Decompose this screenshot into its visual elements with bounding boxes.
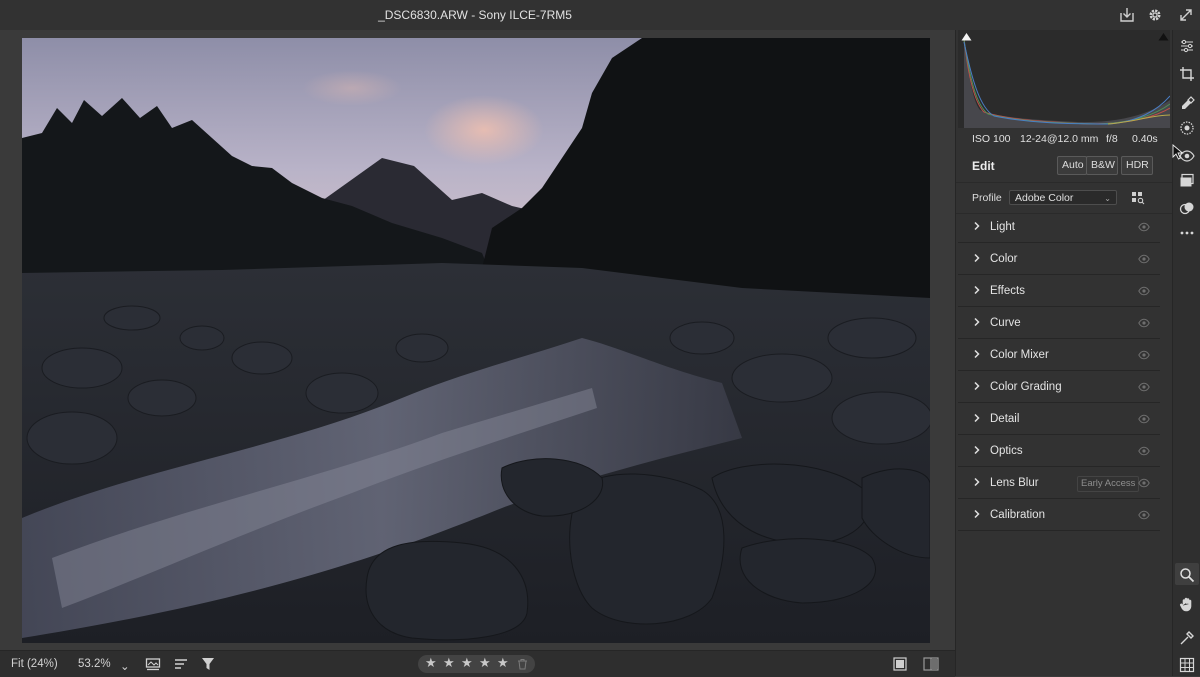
more-icon[interactable]: [1179, 225, 1195, 241]
section-color-mixer[interactable]: Color Mixer: [958, 340, 1160, 371]
mouse-cursor: [1172, 144, 1184, 160]
snapshots-icon[interactable]: [1179, 200, 1195, 216]
zoom-icon[interactable]: [1179, 567, 1195, 583]
star-1[interactable]: ★: [425, 655, 437, 671]
section-label: Color Mixer: [990, 349, 1049, 361]
edit-sliders-icon[interactable]: [1179, 38, 1195, 54]
section-label: Curve: [990, 317, 1021, 329]
eye-icon[interactable]: [1138, 350, 1150, 360]
tool-strip: [1172, 30, 1200, 676]
chevron-right-icon[interactable]: [972, 285, 982, 295]
sort-icon[interactable]: [173, 656, 189, 672]
profile-row: Profile Adobe Color ⌄: [956, 182, 1172, 214]
chevron-right-icon[interactable]: [972, 445, 982, 455]
hdr-button[interactable]: HDR: [1121, 156, 1153, 175]
bw-button[interactable]: B&W: [1086, 156, 1118, 175]
zoom-level[interactable]: 53.2%: [78, 658, 111, 670]
star-4[interactable]: ★: [479, 655, 491, 671]
chevron-right-icon[interactable]: [972, 349, 982, 359]
grid-icon[interactable]: [1179, 657, 1195, 673]
chevron-right-icon[interactable]: [972, 253, 982, 263]
before-after-icon[interactable]: [893, 657, 907, 671]
section-label: Light: [990, 221, 1015, 233]
photo-preview[interactable]: [22, 38, 930, 643]
early-access-badge: Early Access: [1077, 476, 1140, 492]
section-curve[interactable]: Curve: [958, 308, 1160, 339]
section-effects[interactable]: Effects: [958, 276, 1160, 307]
trash-icon[interactable]: [517, 658, 528, 670]
profile-browser-icon[interactable]: [1131, 191, 1145, 205]
lens-value: 12-24@12.0 mm: [1020, 133, 1099, 145]
profile-caret: ⌄: [1104, 194, 1111, 203]
star-5[interactable]: ★: [497, 655, 509, 671]
star-3[interactable]: ★: [461, 655, 473, 671]
edit-panel: ISO 100 12-24@12.0 mm f/8 0.40s Edit Aut…: [955, 30, 1172, 676]
section-optics[interactable]: Optics: [958, 436, 1160, 467]
section-light[interactable]: Light: [958, 212, 1160, 243]
title-bar: _DSC6830.ARW - Sony ILCE-7RM5: [0, 0, 1200, 30]
bottom-toolbar: Fit (24%) 53.2% ⌄ ★ ★ ★ ★ ★: [0, 650, 955, 677]
chevron-right-icon[interactable]: [972, 413, 982, 423]
masking-icon[interactable]: [1179, 120, 1195, 136]
eye-icon[interactable]: [1138, 286, 1150, 296]
chevron-right-icon[interactable]: [972, 509, 982, 519]
section-lens-blur[interactable]: Lens Blur Early Access: [958, 468, 1160, 499]
healing-icon[interactable]: [1179, 93, 1195, 109]
section-label: Color Grading: [990, 381, 1062, 393]
section-label: Color: [990, 253, 1018, 265]
eye-icon[interactable]: [1138, 478, 1150, 488]
aperture-value: f/8: [1106, 133, 1118, 145]
filmstrip-icon[interactable]: [145, 656, 161, 672]
iso-value: ISO 100: [972, 133, 1011, 145]
eye-icon[interactable]: [1138, 222, 1150, 232]
zoom-dropdown-caret[interactable]: ⌄: [120, 659, 130, 673]
profile-value: Adobe Color: [1015, 192, 1074, 204]
highlight-clip-icon[interactable]: [1158, 32, 1169, 41]
expand-icon[interactable]: [1177, 6, 1195, 24]
auto-button[interactable]: Auto: [1057, 156, 1087, 175]
crop-icon[interactable]: [1179, 66, 1195, 82]
histogram: [958, 30, 1171, 128]
chevron-right-icon[interactable]: [972, 477, 982, 487]
eye-icon[interactable]: [1138, 254, 1150, 264]
presets-icon[interactable]: [1179, 173, 1195, 189]
profile-label: Profile: [972, 192, 1002, 204]
section-detail[interactable]: Detail: [958, 404, 1160, 435]
chevron-right-icon[interactable]: [972, 317, 982, 327]
edit-title: Edit: [972, 159, 995, 173]
profile-select[interactable]: Adobe Color ⌄: [1009, 190, 1117, 205]
section-label: Effects: [990, 285, 1025, 297]
exif-info: ISO 100 12-24@12.0 mm f/8 0.40s: [956, 128, 1172, 150]
fit-zoom-button[interactable]: Fit (24%): [11, 658, 58, 670]
eye-icon[interactable]: [1138, 414, 1150, 424]
eye-icon[interactable]: [1138, 382, 1150, 392]
section-color-grading[interactable]: Color Grading: [958, 372, 1160, 403]
section-label: Detail: [990, 413, 1020, 425]
hand-icon[interactable]: [1179, 596, 1195, 612]
export-icon[interactable]: [1118, 6, 1136, 24]
edit-header: Edit Auto B&W HDR: [956, 152, 1172, 178]
shutter-value: 0.40s: [1132, 133, 1158, 145]
compare-view-icon[interactable]: [923, 657, 939, 671]
chevron-right-icon[interactable]: [972, 221, 982, 231]
section-label: Optics: [990, 445, 1023, 457]
sampler-icon[interactable]: [1179, 630, 1195, 646]
image-canvas[interactable]: [0, 30, 955, 650]
gear-icon[interactable]: [1146, 6, 1164, 24]
chevron-right-icon[interactable]: [972, 381, 982, 391]
window-title: _DSC6830.ARW - Sony ILCE-7RM5: [378, 8, 572, 22]
section-calibration[interactable]: Calibration: [958, 500, 1160, 531]
section-label: Calibration: [990, 509, 1045, 521]
filter-icon[interactable]: [200, 656, 216, 672]
star-2[interactable]: ★: [443, 655, 455, 671]
section-label: Lens Blur: [990, 477, 1039, 489]
star-rating[interactable]: ★ ★ ★ ★ ★: [418, 655, 535, 673]
eye-icon[interactable]: [1138, 446, 1150, 456]
section-color[interactable]: Color: [958, 244, 1160, 275]
shadow-clip-icon[interactable]: [961, 32, 972, 41]
eye-icon[interactable]: [1138, 510, 1150, 520]
eye-icon[interactable]: [1138, 318, 1150, 328]
